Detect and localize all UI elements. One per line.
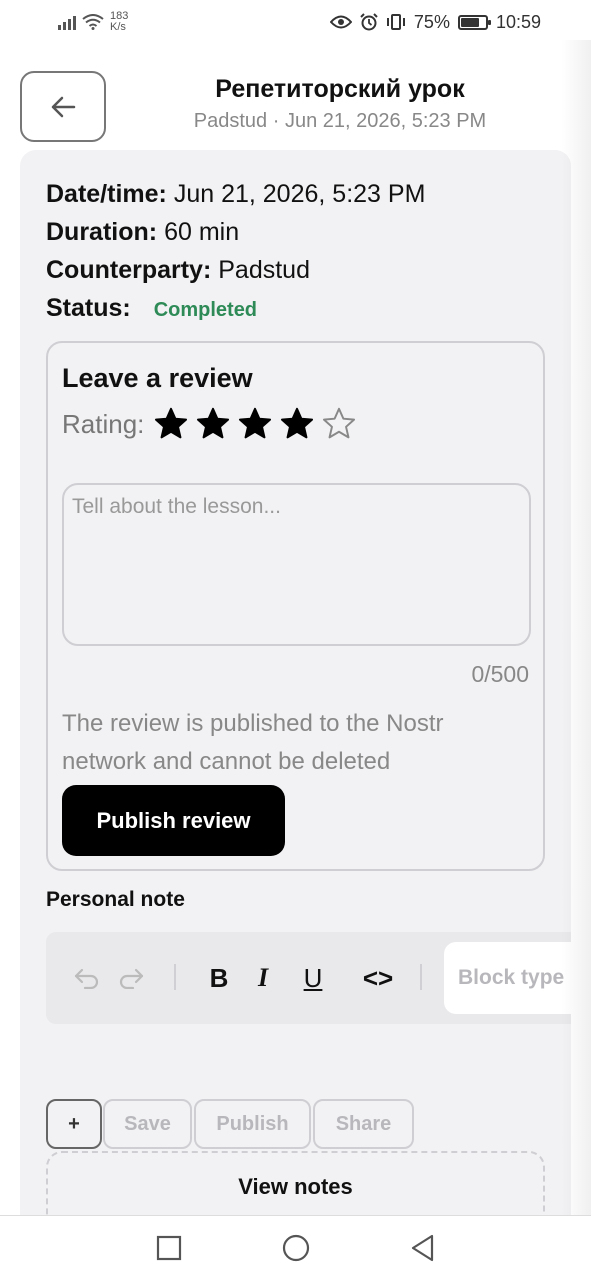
- rating-stars: [154, 407, 356, 441]
- page-title: Репетиторский урок: [215, 75, 465, 103]
- star-filled-icon[interactable]: [154, 407, 188, 441]
- rating-row: Rating:: [62, 407, 356, 441]
- page-subtitle: Padstud · Jun 21, 2026, 5:23 PM: [193, 110, 487, 132]
- system-nav-bar: [0, 1215, 591, 1280]
- save-button[interactable]: Save: [103, 1099, 192, 1149]
- publish-button[interactable]: Publish: [194, 1099, 311, 1149]
- lesson-card: Date/time: Jun 21, 2026, 5:23 PM Duratio…: [20, 150, 571, 1220]
- star-filled-icon[interactable]: [238, 407, 272, 441]
- italic-button[interactable]: I: [246, 960, 280, 996]
- datetime-label: Date/time:: [46, 180, 167, 208]
- status-badge: Completed: [153, 299, 258, 321]
- back-icon[interactable]: [410, 1234, 436, 1262]
- code-icon: <>: [362, 962, 394, 993]
- char-counter: 0/500: [471, 661, 529, 687]
- back-button[interactable]: [20, 71, 106, 142]
- italic-icon: I: [257, 963, 269, 992]
- star-filled-icon[interactable]: [280, 407, 314, 441]
- toolbar-divider: [174, 964, 176, 990]
- review-text-input[interactable]: [62, 483, 531, 646]
- status-bar: 183 K/s 75% 10:59: [0, 0, 591, 44]
- battery-percent: 75%: [413, 11, 450, 32]
- counterparty-label: Counterparty:: [46, 256, 212, 284]
- counterparty-row: Counterparty: Padstud: [46, 256, 310, 285]
- bold-button[interactable]: B: [202, 960, 236, 996]
- battery-icon: [457, 14, 491, 30]
- review-title: Leave a review: [62, 363, 253, 393]
- publish-review-button[interactable]: Publish review: [62, 785, 285, 856]
- status-label: Status:: [46, 294, 131, 322]
- review-panel: Leave a review Rating: 0/500 The review …: [46, 341, 545, 871]
- add-note-button[interactable]: +: [46, 1099, 102, 1149]
- duration-row: Duration: 60 min: [46, 218, 239, 247]
- eye-icon: [329, 15, 352, 29]
- vibrate-icon: [386, 14, 405, 30]
- net-speed: 183 K/s: [110, 11, 128, 33]
- duration-label: Duration:: [46, 218, 158, 246]
- star-empty-icon[interactable]: [322, 407, 356, 441]
- alarm-icon: [360, 13, 378, 31]
- personal-note-label: Personal note: [46, 888, 185, 911]
- edge-shadow: [561, 40, 591, 1215]
- datetime-value: Jun 21, 2026, 5:23 PM: [173, 180, 426, 208]
- redo-icon: [119, 968, 144, 989]
- recents-icon[interactable]: [156, 1235, 182, 1261]
- undo-icon: [74, 968, 99, 989]
- status-row: Status: Completed: [46, 294, 257, 323]
- underline-button[interactable]: U: [296, 960, 330, 996]
- counterparty-value: Padstud: [218, 256, 310, 284]
- net-speed-unit: K/s: [110, 21, 126, 33]
- redo-button[interactable]: [114, 960, 148, 996]
- arrow-left-icon: [51, 96, 76, 117]
- datetime-row: Date/time: Jun 21, 2026, 5:23 PM: [46, 180, 425, 209]
- toolbar-divider: [420, 964, 422, 990]
- signal-icon: [58, 14, 76, 30]
- clock-time: 10:59: [495, 11, 541, 32]
- bold-icon: B: [209, 962, 229, 993]
- code-button[interactable]: <>: [356, 960, 400, 996]
- editor-toolbar: B I U <> Block type: [46, 932, 571, 1024]
- block-type-select[interactable]: Block type: [444, 942, 571, 1014]
- undo-button[interactable]: [70, 960, 104, 996]
- status-left: 183 K/s: [58, 11, 128, 33]
- review-warning: The review is published to the Nostr net…: [62, 710, 444, 775]
- wifi-icon: [82, 14, 104, 30]
- share-button[interactable]: Share: [313, 1099, 414, 1149]
- view-notes-button[interactable]: View notes: [46, 1151, 545, 1220]
- status-right: 75% 10:59: [329, 11, 541, 33]
- home-icon[interactable]: [282, 1234, 310, 1262]
- rating-label: Rating:: [62, 408, 145, 439]
- underline-icon: U: [303, 962, 323, 993]
- duration-value: 60 min: [164, 218, 240, 246]
- star-filled-icon[interactable]: [196, 407, 230, 441]
